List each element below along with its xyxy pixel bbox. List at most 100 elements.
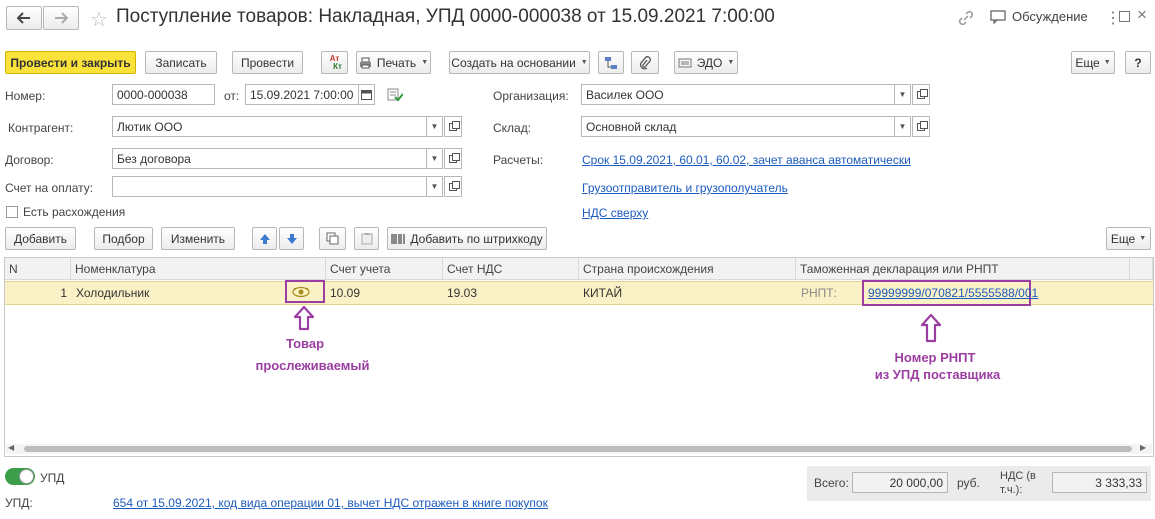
clipboard-icon	[361, 233, 372, 245]
maximize-icon[interactable]	[1119, 11, 1130, 22]
scroll-left-icon[interactable]: ◀	[8, 443, 14, 452]
forward-button[interactable]	[43, 6, 79, 30]
table-more-button[interactable]: Еще ▼	[1106, 227, 1151, 250]
chevron-down-icon: ▼	[727, 59, 735, 66]
scroll-right-icon[interactable]: ▶	[1140, 443, 1146, 452]
organization-dropdown[interactable]: ▼	[895, 84, 911, 105]
discussion-label: Обсуждение	[1012, 9, 1088, 24]
warehouse-dropdown[interactable]: ▼	[895, 116, 911, 137]
settlements-link[interactable]: Срок 15.09.2021, 60.01, 60.02, зачет ава…	[582, 153, 911, 167]
column-header-n[interactable]: N	[5, 258, 71, 280]
open-icon	[917, 88, 928, 99]
contractor-label: Контрагент:	[8, 121, 74, 135]
warehouse-label: Склад:	[493, 121, 532, 135]
posted-status-icon	[387, 87, 404, 105]
contractor-open-button[interactable]	[444, 116, 462, 137]
invoice-open-button[interactable]	[444, 176, 462, 197]
number-label: Номер:	[5, 89, 46, 103]
row-item[interactable]: Холодильник	[72, 282, 272, 304]
calendar-button[interactable]	[359, 84, 375, 105]
row-country[interactable]: КИТАЙ	[579, 282, 796, 304]
date-field[interactable]: 15.09.2021 7:00:00	[245, 84, 359, 105]
discrepancy-checkbox[interactable]	[6, 206, 18, 218]
print-label: Печать	[376, 55, 417, 70]
save-button[interactable]: Записать	[145, 51, 217, 74]
open-icon	[449, 152, 460, 163]
page-title: Поступление товаров: Накладная, УПД 0000…	[116, 6, 775, 27]
column-header-vat-account[interactable]: Счет НДС	[443, 258, 579, 280]
annotation-tracked-line1: Товар	[285, 336, 325, 351]
post-button[interactable]: Провести	[232, 51, 303, 74]
row-rnpt-label: РНПТ:	[801, 286, 837, 300]
row-number: 1	[60, 286, 67, 300]
help-button[interactable]: ?	[1125, 51, 1151, 74]
structure-button[interactable]	[598, 51, 624, 74]
scrollbar-thumb[interactable]	[24, 446, 1132, 452]
create-based-on-label: Создать на основании	[451, 55, 576, 70]
total-label: Всего:	[814, 476, 849, 490]
row-account[interactable]: 10.09	[326, 282, 443, 304]
shipper-consignee-link[interactable]: Грузоотправитель и грузополучатель	[582, 181, 788, 195]
link-icon[interactable]	[957, 9, 975, 27]
add-by-barcode-button[interactable]: Добавить по штрихкоду	[387, 227, 547, 250]
organization-label: Организация:	[493, 89, 569, 103]
annotation-arrow-rnpt	[920, 313, 942, 343]
organization-field[interactable]: Василек ООО	[581, 84, 895, 105]
contract-label: Договор:	[5, 153, 54, 167]
move-up-button[interactable]	[252, 227, 277, 250]
organization-open-button[interactable]	[912, 84, 930, 105]
column-header-customs[interactable]: Таможенная декларация или РНПТ	[796, 258, 1130, 280]
print-button[interactable]: Печать ▼	[356, 51, 431, 74]
annotation-tracked-line2: прослеживаемый	[255, 358, 370, 373]
edit-button[interactable]: Изменить	[161, 227, 235, 250]
move-down-button[interactable]	[279, 227, 304, 250]
warehouse-open-button[interactable]	[912, 116, 930, 137]
create-based-on-button[interactable]: Создать на основании ▼	[449, 51, 590, 74]
arrow-down-icon	[286, 233, 297, 244]
add-row-button[interactable]: Добавить	[5, 227, 76, 250]
favorite-star-icon[interactable]: ☆	[90, 7, 108, 32]
back-button[interactable]	[6, 6, 42, 30]
contract-field[interactable]: Без договора	[112, 148, 427, 169]
chevron-down-icon: ▼	[580, 59, 588, 66]
dtkt-button[interactable]: Ат Кт	[321, 51, 348, 74]
attach-button[interactable]	[631, 51, 659, 74]
chevron-down-icon: ▼	[1103, 59, 1111, 66]
column-header-item[interactable]: Номенклатура	[71, 258, 326, 280]
copy-row-button[interactable]	[319, 227, 346, 250]
settlements-label: Расчеты:	[493, 153, 544, 167]
vat-on-top-link[interactable]: НДС сверху	[582, 206, 648, 220]
invoice-field[interactable]	[112, 176, 427, 197]
contract-open-button[interactable]	[444, 148, 462, 169]
column-header-spacer	[1130, 258, 1153, 280]
annotation-rnpt-line2: из УПД поставщика	[874, 367, 1001, 382]
upd-document-link[interactable]: 654 от 15.09.2021, код вида операции 01,…	[113, 496, 548, 510]
chat-icon	[990, 9, 1006, 24]
row-rnpt-link[interactable]: 99999999/070821/5555588/001	[864, 282, 1038, 304]
row-vat-account[interactable]: 19.03	[443, 282, 579, 304]
discussion-button[interactable]: Обсуждение	[990, 9, 1088, 24]
contractor-field[interactable]: Лютик ООО	[112, 116, 427, 137]
chevron-down-icon: ▼	[421, 59, 429, 66]
post-and-close-button[interactable]: Провести и закрыть	[5, 51, 136, 74]
warehouse-field[interactable]: Основной склад	[581, 116, 895, 137]
paste-row-button[interactable]	[354, 227, 379, 250]
pick-button[interactable]: Подбор	[94, 227, 153, 250]
column-header-country[interactable]: Страна происхождения	[579, 258, 796, 280]
invoice-dropdown[interactable]: ▼	[427, 176, 443, 197]
close-icon[interactable]: ×	[1137, 5, 1147, 25]
tracked-goods-eye-icon	[291, 285, 311, 302]
paperclip-icon	[639, 55, 651, 69]
edo-button[interactable]: ЭДО ▼	[674, 51, 738, 74]
vat-value: 3 333,33	[1052, 472, 1147, 493]
column-header-account[interactable]: Счет учета	[326, 258, 443, 280]
upd-label: УПД:	[5, 496, 33, 510]
upd-toggle[interactable]	[5, 468, 35, 485]
horizontal-scrollbar[interactable]: ◀ ▶	[6, 443, 1152, 454]
contractor-dropdown[interactable]: ▼	[427, 116, 443, 137]
number-field[interactable]: 0000-000038	[112, 84, 215, 105]
annotation-arrow-tracked	[293, 305, 315, 331]
more-button[interactable]: Еще ▼	[1071, 51, 1115, 74]
contract-dropdown[interactable]: ▼	[427, 148, 443, 169]
vat-label-line1: НДС (в	[1000, 470, 1036, 482]
